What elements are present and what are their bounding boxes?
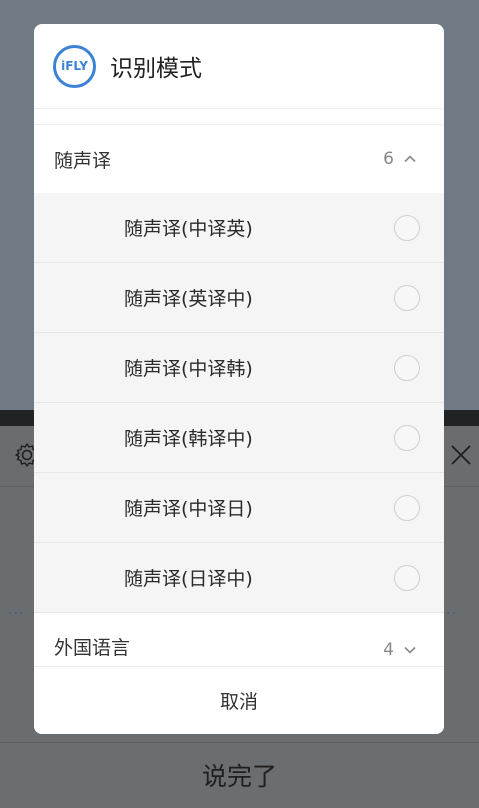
- option-en-zh[interactable]: 随声译(英译中): [34, 263, 444, 333]
- dialog-title: 识别模式: [110, 56, 202, 82]
- group-label: 外国语言: [54, 637, 131, 659]
- ifly-logo: iFLY: [53, 44, 96, 88]
- option-zh-en[interactable]: 随声译(中译英): [34, 193, 444, 263]
- more-dots-right: ··: [446, 606, 457, 622]
- radio-button[interactable]: [394, 494, 420, 521]
- chevron-down-icon: [404, 646, 416, 654]
- option-zh-ja[interactable]: 随声译(中译日): [34, 473, 444, 543]
- group-label: 随声译: [54, 149, 112, 172]
- group-header-foreign[interactable]: 外国语言 4: [34, 614, 444, 666]
- group-meta: 4: [383, 640, 416, 660]
- radio-button[interactable]: [394, 564, 420, 591]
- recognition-mode-dialog: iFLY 识别模式 随声译 6 随声译(中译英) 随声译(英译中) 随声译(中译…: [34, 24, 444, 734]
- dialog-header: iFLY 识别模式: [34, 24, 444, 108]
- option-ja-zh[interactable]: 随声译(日译中): [34, 543, 444, 613]
- done-speaking-button[interactable]: 说完了: [0, 742, 479, 808]
- group-count: 6: [383, 149, 394, 169]
- chevron-up-icon: [404, 155, 416, 163]
- option-label: 随声译(中译英): [124, 218, 253, 240]
- option-label: 随声译(韩译中): [124, 428, 253, 450]
- option-label: 随声译(中译韩): [124, 358, 253, 380]
- more-dots-left: ···: [8, 606, 25, 622]
- group-header-translate[interactable]: 随声译 6: [34, 125, 444, 193]
- radio-button[interactable]: [394, 214, 420, 241]
- radio-button[interactable]: [394, 424, 420, 451]
- option-ko-zh[interactable]: 随声译(韩译中): [34, 403, 444, 473]
- group-meta: 6: [383, 149, 416, 169]
- radio-button[interactable]: [394, 284, 420, 311]
- option-label: 随声译(英译中): [124, 288, 253, 310]
- radio-button[interactable]: [394, 354, 420, 381]
- option-zh-ko[interactable]: 随声译(中译韩): [34, 333, 444, 403]
- group-count: 4: [383, 640, 394, 660]
- cancel-button[interactable]: 取消: [34, 667, 444, 734]
- option-label: 随声译(中译日): [124, 498, 253, 520]
- header-divider: [34, 108, 444, 109]
- option-label: 随声译(日译中): [124, 568, 253, 590]
- close-icon[interactable]: [448, 442, 474, 468]
